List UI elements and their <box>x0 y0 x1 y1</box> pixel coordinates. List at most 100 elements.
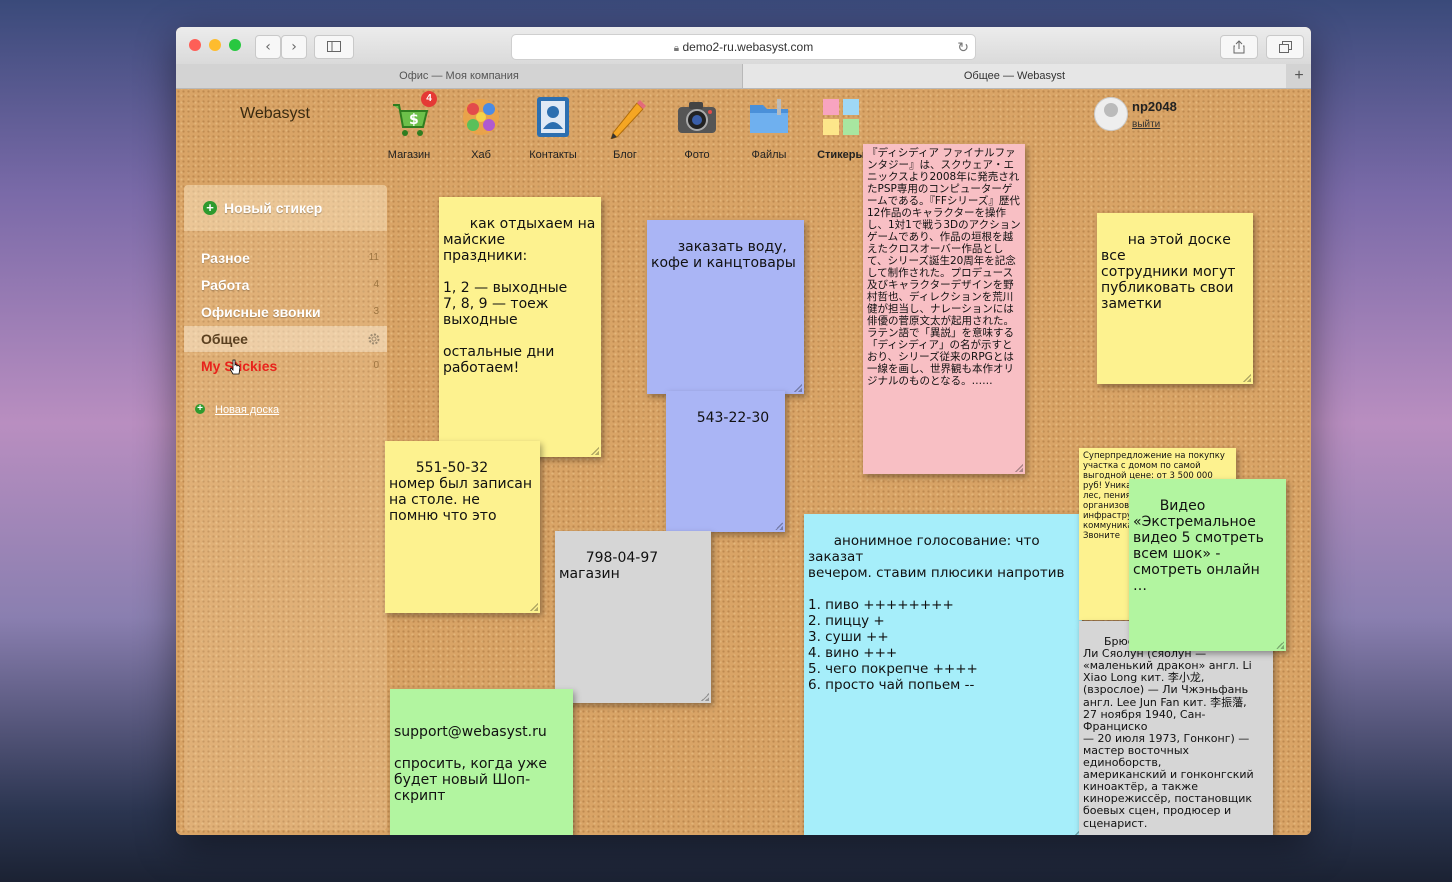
app-label: Фото <box>684 149 710 161</box>
tab-general[interactable]: Общее — Webasyst <box>743 64 1286 88</box>
sticky-note[interactable]: заказать воду, кофе и канцтовары <box>647 220 804 394</box>
new-tab-button[interactable]: + <box>1287 64 1311 88</box>
app-label: Файлы <box>751 149 787 161</box>
note-text[interactable]: 『ディシディア ファイナルファンタジー』は、スクウェア・エニックスより2008年… <box>867 147 1021 387</box>
resize-handle[interactable] <box>701 693 709 701</box>
app-files[interactable]: Файлы <box>741 95 797 161</box>
note-text[interactable]: на этой доске все сотрудники могут публи… <box>1101 232 1235 312</box>
board-count: 3 <box>373 306 379 317</box>
new-board-label: Новая доска <box>215 404 280 416</box>
sticky-note[interactable]: анонимное голосование: что заказат вечер… <box>804 514 1082 835</box>
contacts-icon <box>531 95 575 139</box>
note-text[interactable]: support@webasyst.ru спросить, когда уже … <box>394 724 547 804</box>
sidebar: + Новый стикер Разное 11 Работа 4 Офисны… <box>184 185 387 830</box>
reload-icon[interactable]: ↻ <box>957 35 969 59</box>
logout-link[interactable]: выйти <box>1132 119 1160 130</box>
note-text[interactable]: заказать воду, кофе и канцтовары <box>651 239 796 271</box>
plus-icon: + <box>195 404 205 414</box>
sticky-note[interactable]: 543-22-30 <box>666 391 785 532</box>
shop-badge: 4 <box>421 91 437 107</box>
resize-handle[interactable] <box>1015 464 1023 472</box>
board-count: 4 <box>373 279 379 290</box>
sticky-note[interactable]: 551-50-32 номер был записан на столе. не… <box>385 441 540 613</box>
sticky-note[interactable]: 798-04-97 магазин <box>555 531 711 703</box>
board-name: Общее <box>201 331 248 347</box>
tab-bar: Офис — Моя компания Общее — Webasyst + <box>176 64 1311 89</box>
board-name: Работа <box>201 277 250 293</box>
browser-window: ‹ › 🔒︎ demo2-ru.webasyst.com ↻ Офис — Мо… <box>176 27 1311 835</box>
resize-handle[interactable] <box>591 447 599 455</box>
note-text[interactable]: Видео «Экстремальное видео 5 смотреть вс… <box>1133 498 1264 594</box>
folder-icon <box>747 95 791 139</box>
tabs-overview-button[interactable] <box>1266 35 1304 59</box>
tabs-icon <box>1278 41 1292 53</box>
back-button[interactable]: ‹ <box>255 35 281 59</box>
plus-icon: + <box>203 201 217 215</box>
app-label: Хаб <box>471 149 491 161</box>
sidebar-icon <box>327 41 341 52</box>
sidebar-toggle-button[interactable] <box>314 35 354 59</box>
new-sticker-button[interactable]: + Новый стикер <box>184 185 387 231</box>
note-text[interactable]: 551-50-32 номер был записан на столе. не… <box>389 460 532 524</box>
lock-icon: 🔒︎ <box>673 43 680 54</box>
resize-handle[interactable] <box>1276 641 1284 649</box>
sidebar-item-work[interactable]: Работа 4 <box>184 272 387 298</box>
note-text[interactable]: Брюс Ли китайский Ли Сяолун (сяолун — «м… <box>1083 635 1254 830</box>
app-label: Контакты <box>529 149 577 161</box>
sticky-note[interactable]: как отдыхаем на майские праздники: 1, 2 … <box>439 197 601 457</box>
new-sticker-label: Новый стикер <box>224 200 323 216</box>
hub-icon <box>459 95 503 139</box>
cart-icon: $ 4 <box>387 91 437 139</box>
resize-handle[interactable] <box>794 384 802 392</box>
app-stickies[interactable]: Стикеры <box>813 95 869 161</box>
app-shop[interactable]: $ 4 Магазин <box>381 91 437 161</box>
app-photos[interactable]: Фото <box>669 95 725 161</box>
zoom-window-button[interactable] <box>229 39 241 51</box>
close-window-button[interactable] <box>189 39 201 51</box>
page-content: Webasyst $ 4 Магазин Хаб Контакты Блог Ф… <box>176 89 1311 835</box>
sidebar-item-misc[interactable]: Разное 11 <box>184 245 387 271</box>
board-count: 0 <box>373 360 379 371</box>
minimize-window-button[interactable] <box>209 39 221 51</box>
resize-handle[interactable] <box>1243 374 1251 382</box>
sidebar-item-office-calls[interactable]: Офисные звонки 3 <box>184 299 387 325</box>
address-bar[interactable]: 🔒︎ demo2-ru.webasyst.com ↻ <box>511 34 976 60</box>
pencil-icon <box>603 95 647 140</box>
note-text[interactable]: 543-22-30 <box>697 410 769 426</box>
user-name[interactable]: np2048 <box>1132 99 1177 114</box>
sidebar-item-my-stickies[interactable]: My Stickies 0 <box>184 353 387 379</box>
sidebar-item-general[interactable]: Общее <box>184 326 387 352</box>
app-label: Стикеры <box>817 149 865 161</box>
app-blog[interactable]: Блог <box>597 95 653 161</box>
note-text[interactable]: как отдыхаем на майские праздники: 1, 2 … <box>443 216 595 376</box>
title-bar: ‹ › 🔒︎ demo2-ru.webasyst.com ↻ <box>176 27 1311 65</box>
gear-icon[interactable] <box>367 332 381 346</box>
stickies-icon <box>819 95 863 139</box>
forward-button[interactable]: › <box>281 35 307 59</box>
mouse-cursor-icon <box>230 359 240 375</box>
app-label: Магазин <box>387 149 431 161</box>
camera-icon <box>675 95 719 139</box>
board-name: Офисные звонки <box>201 304 321 320</box>
app-label: Блог <box>613 149 637 161</box>
board-count: 11 <box>368 252 379 263</box>
note-text[interactable]: анонимное голосование: что заказат вечер… <box>808 533 1065 693</box>
app-contacts[interactable]: Контакты <box>525 95 581 161</box>
sticky-note[interactable]: Видео «Экстремальное видео 5 смотреть вс… <box>1129 479 1286 651</box>
resize-handle[interactable] <box>530 603 538 611</box>
note-text[interactable]: 798-04-97 магазин <box>559 550 663 582</box>
app-hub[interactable]: Хаб <box>453 95 509 161</box>
sticky-note[interactable]: Брюс Ли китайский Ли Сяолун (сяолун — «м… <box>1079 621 1273 835</box>
avatar[interactable] <box>1094 97 1128 131</box>
board-name: Разное <box>201 250 250 266</box>
tab-office[interactable]: Офис — Моя компания <box>176 64 743 88</box>
resize-handle[interactable] <box>775 522 783 530</box>
sticky-note[interactable]: 『ディシディア ファイナルファンタジー』は、スクウェア・エニックスより2008年… <box>863 144 1025 474</box>
brand-title[interactable]: Webasyst <box>240 105 310 123</box>
sticky-note[interactable]: на этой доске все сотрудники могут публи… <box>1097 213 1253 384</box>
share-button[interactable] <box>1220 35 1258 59</box>
sticky-note[interactable]: support@webasyst.ru спросить, когда уже … <box>390 689 573 835</box>
share-icon <box>1233 40 1245 54</box>
url-text: demo2-ru.webasyst.com <box>682 40 814 54</box>
svg-text:$: $ <box>409 112 419 128</box>
